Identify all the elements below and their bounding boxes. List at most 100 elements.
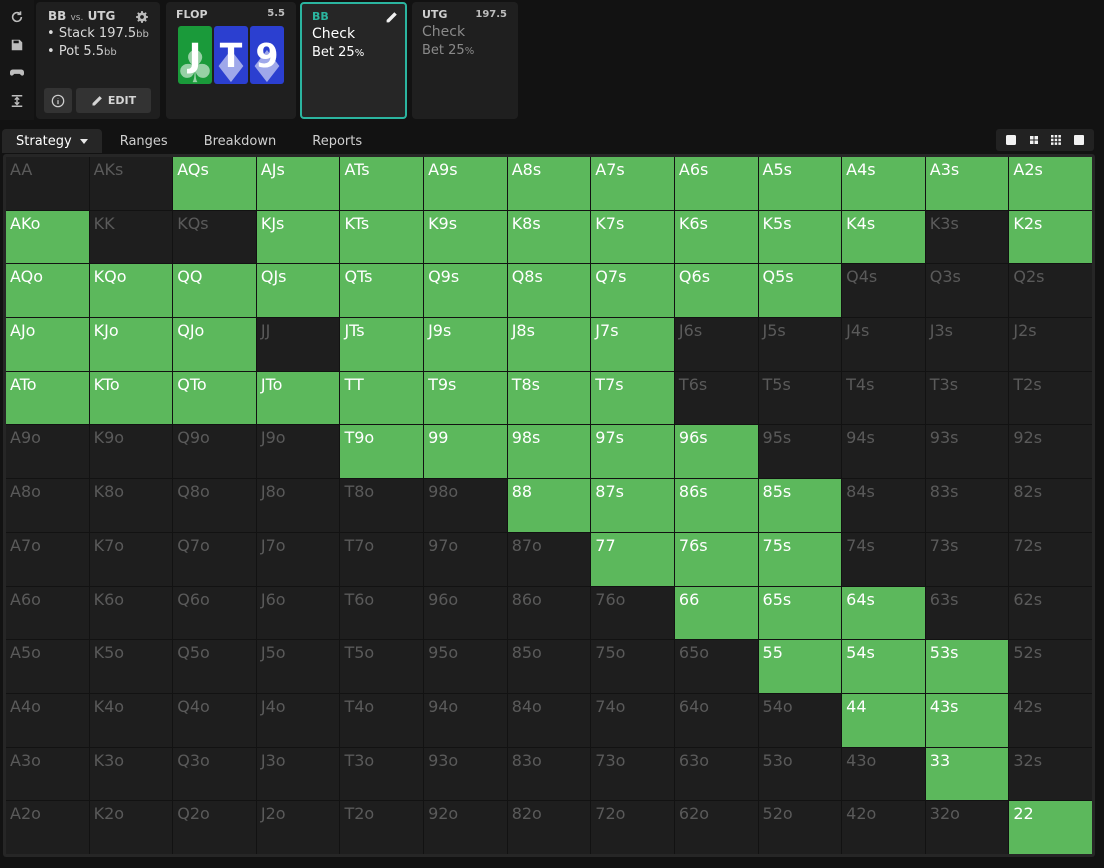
pencil-icon[interactable] [385,9,398,23]
action-check[interactable]: Check [422,24,465,40]
hand-cell[interactable]: 72s [1009,532,1092,586]
hand-cell[interactable]: 32s [1009,747,1092,801]
hand-cell[interactable]: A7s [591,157,674,210]
hand-cell[interactable]: KJs [256,210,340,264]
hand-cell[interactable]: TT [340,371,424,425]
hand-cell[interactable]: J9s [424,318,507,371]
hand-cell[interactable]: K4o [89,693,173,747]
hand-cell[interactable]: J5s [758,318,842,371]
hand-cell[interactable]: 92o [424,801,507,854]
hand-cell[interactable]: K8o [89,479,173,532]
hand-cell[interactable]: Q3s [925,264,1009,318]
hand-cell[interactable]: 43o [842,747,925,801]
hand-cell[interactable]: Q8o [173,479,256,532]
hand-cell[interactable]: AKs [89,157,173,210]
hand-cell[interactable]: Q3o [173,747,256,801]
hand-cell[interactable]: T2s [1009,371,1092,425]
hand-cell[interactable]: 54s [842,640,925,693]
hand-cell[interactable]: 65o [674,640,758,693]
hand-cell[interactable]: 95s [758,425,842,479]
refresh-icon[interactable] [6,6,28,28]
hand-cell[interactable]: J4s [842,318,925,371]
hand-cell[interactable]: 95o [424,640,507,693]
hand-cell[interactable]: A3s [925,157,1009,210]
hand-cell[interactable]: T6o [340,586,424,640]
action-bet[interactable]: Bet 25% [312,45,364,60]
hand-cell[interactable]: J8s [507,318,591,371]
hand-cell[interactable]: J6o [256,586,340,640]
hand-cell[interactable]: A4o [6,693,89,747]
hand-cell[interactable]: K7s [591,210,674,264]
utg-action-panel[interactable]: UTG 197.5 Check Bet 25% [412,2,518,119]
hand-cell[interactable]: QJs [256,264,340,318]
single-view-icon[interactable] [1000,131,1022,149]
hand-cell[interactable]: K7o [89,532,173,586]
hand-cell[interactable]: 33 [925,747,1009,801]
hand-cell[interactable]: A6o [6,586,89,640]
hand-cell[interactable]: 53o [758,747,842,801]
hand-cell[interactable]: Q7o [173,532,256,586]
hand-cell[interactable]: JJ [256,318,340,371]
hand-cell[interactable]: J3o [256,747,340,801]
hand-cell[interactable]: 42o [842,801,925,854]
hand-cell[interactable]: Q9o [173,425,256,479]
hand-cell[interactable]: A5o [6,640,89,693]
hand-cell[interactable]: 84s [842,479,925,532]
hand-cell[interactable]: ATs [340,157,424,210]
hand-cell[interactable]: 64o [674,693,758,747]
hand-cell[interactable]: 66 [674,586,758,640]
hand-cell[interactable]: K2o [89,801,173,854]
hand-cell[interactable]: 63s [925,586,1009,640]
hand-cell[interactable]: QQ [173,264,256,318]
hand-cell[interactable]: T8s [507,371,591,425]
hand-cell[interactable]: T9o [340,425,424,479]
hand-cell[interactable]: T8o [340,479,424,532]
hand-cell[interactable]: T4o [340,693,424,747]
hand-cell[interactable]: A2o [6,801,89,854]
hand-cell[interactable]: KTo [89,371,173,425]
hand-cell[interactable]: JTs [340,318,424,371]
hand-cell[interactable]: 83s [925,479,1009,532]
hand-cell[interactable]: K6o [89,586,173,640]
hand-cell[interactable]: AKo [6,210,89,264]
hand-cell[interactable]: T4s [842,371,925,425]
hand-cell[interactable]: 94s [842,425,925,479]
hand-cell[interactable]: 93o [424,747,507,801]
hand-cell[interactable]: 92s [1009,425,1092,479]
hand-cell[interactable]: 73s [925,532,1009,586]
gear-icon[interactable] [136,8,148,23]
hand-cell[interactable]: 63o [674,747,758,801]
hand-cell[interactable]: 42s [1009,693,1092,747]
info-button[interactable] [44,88,72,113]
hand-cell[interactable]: 86o [507,586,591,640]
hand-cell[interactable]: K3o [89,747,173,801]
hand-cell[interactable]: K3s [925,210,1009,264]
hand-cell[interactable]: 64s [842,586,925,640]
hand-cell[interactable]: Q6s [674,264,758,318]
hand-cell[interactable]: 98o [424,479,507,532]
hand-cell[interactable]: J2o [256,801,340,854]
grid-view-icon[interactable] [1045,131,1067,149]
hand-cell[interactable]: J6s [674,318,758,371]
hand-cell[interactable]: 98s [507,425,591,479]
save-icon[interactable] [6,34,28,56]
hand-cell[interactable]: 65s [758,586,842,640]
hand-cell[interactable]: Q8s [507,264,591,318]
hand-cell[interactable]: J7s [591,318,674,371]
hand-cell[interactable]: KQs [173,210,256,264]
hand-cell[interactable]: 75s [758,532,842,586]
flop-panel[interactable]: FLOP 5.5 ♣ J ♦ T ♦ 9 [166,2,296,119]
hand-cell[interactable]: QTs [340,264,424,318]
hand-cell[interactable]: Q2o [173,801,256,854]
gamepad-icon[interactable] [6,62,28,84]
hand-cell[interactable]: 74o [591,693,674,747]
hand-cell[interactable]: T7o [340,532,424,586]
hand-cell[interactable]: T2o [340,801,424,854]
hand-cell[interactable]: 84o [507,693,591,747]
bb-action-panel[interactable]: BB Check Bet 25% [300,2,407,119]
hand-cell[interactable]: A6s [674,157,758,210]
hand-cell[interactable]: Q7s [591,264,674,318]
hand-cell[interactable]: AQs [173,157,256,210]
hand-cell[interactable]: 54o [758,693,842,747]
hand-cell[interactable]: 62s [1009,586,1092,640]
